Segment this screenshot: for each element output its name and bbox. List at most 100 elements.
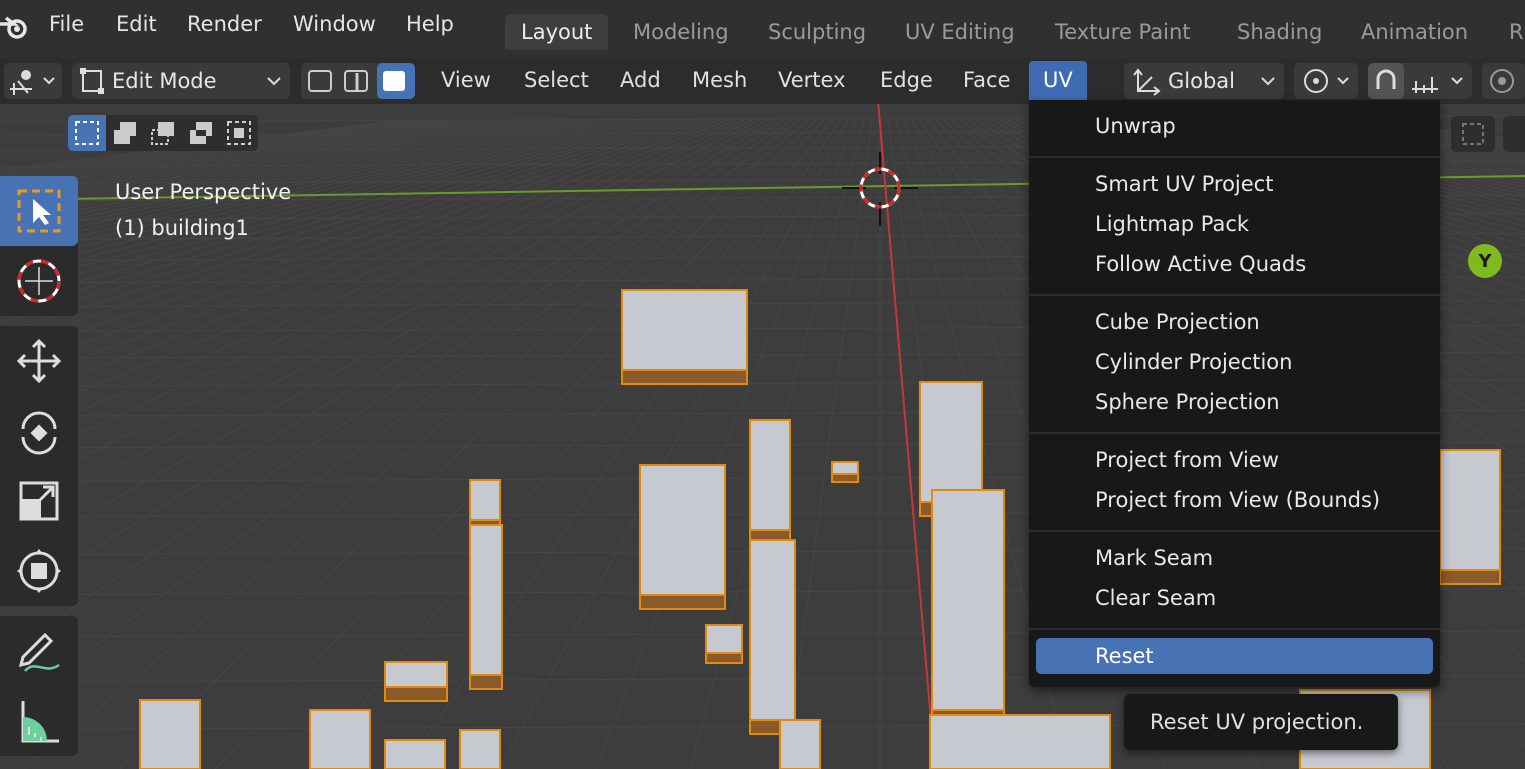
- building-top: [919, 381, 983, 503]
- menu-item-cylinder-projection[interactable]: Cylinder Projection: [1095, 350, 1292, 374]
- toolbar-annotate-group: [0, 616, 78, 756]
- building-top: [1439, 449, 1501, 571]
- snap-controls: [1368, 63, 1472, 99]
- menu-render[interactable]: Render: [187, 12, 262, 36]
- pivot-point-dropdown[interactable]: [1294, 63, 1358, 99]
- overlay-button[interactable]: [1451, 116, 1495, 152]
- tool-select-box[interactable]: [0, 176, 78, 246]
- rotate-icon: [21, 411, 57, 455]
- header-menu-view[interactable]: View: [441, 68, 491, 92]
- menu-item-smart-uv-project[interactable]: Smart UV Project: [1095, 172, 1273, 196]
- menu-item-cube-projection[interactable]: Cube Projection: [1095, 310, 1260, 334]
- face-select-icon[interactable]: [383, 71, 405, 91]
- blender-logo-icon[interactable]: [0, 10, 32, 46]
- tool-annotate[interactable]: [0, 616, 78, 686]
- select-subtract-icon[interactable]: [144, 115, 182, 151]
- building-top: [384, 661, 448, 688]
- select-invert-icon[interactable]: [182, 115, 220, 151]
- menu-item-follow-active-quads[interactable]: Follow Active Quads: [1095, 252, 1306, 276]
- menu-edit[interactable]: Edit: [116, 12, 157, 36]
- toolbar-transform-group: [0, 326, 78, 606]
- transform-icon: [17, 549, 61, 593]
- tool-rotate[interactable]: [0, 396, 78, 466]
- select-mode-toggles: [301, 63, 415, 99]
- tool-scale[interactable]: [0, 466, 78, 536]
- object-name-label: (1) building1: [115, 216, 249, 240]
- menu-separator: [1029, 530, 1440, 532]
- mode-label: Edit Mode: [112, 69, 217, 93]
- menu-help[interactable]: Help: [406, 12, 454, 36]
- tool-measure[interactable]: [0, 686, 78, 756]
- viewport-shading-button[interactable]: [1503, 116, 1525, 152]
- select-extend-icon[interactable]: [106, 115, 144, 151]
- tooltip-text: Reset UV projection.: [1150, 710, 1364, 734]
- select-box-new-icon[interactable]: [68, 115, 106, 151]
- menu-window[interactable]: Window: [293, 12, 376, 36]
- header-menu-edge[interactable]: Edge: [880, 68, 933, 92]
- proportional-editing-icon: [1490, 69, 1514, 93]
- tab-sculpting[interactable]: Sculpting: [752, 14, 882, 50]
- snap-increment-icon[interactable]: [1412, 77, 1438, 93]
- building-top: [139, 699, 201, 769]
- tab-uv-editing[interactable]: UV Editing: [889, 14, 1031, 50]
- menu-separator: [1029, 156, 1440, 158]
- menu-separator: [1029, 294, 1440, 296]
- y-axis-gizmo[interactable]: Y: [1468, 244, 1502, 278]
- tab-rendering[interactable]: R: [1493, 14, 1524, 50]
- view-name-label: User Perspective: [115, 180, 292, 204]
- orientation-icon: [1133, 68, 1161, 96]
- measure-icon: [21, 701, 59, 743]
- menu-item-project-from-view-bounds[interactable]: Project from View (Bounds): [1095, 488, 1380, 512]
- toolbar-select-group: [0, 176, 78, 316]
- tooltip: Reset UV projection.: [1124, 694, 1398, 750]
- tool-cursor[interactable]: [0, 246, 78, 316]
- pivot-point-icon: [1304, 69, 1349, 93]
- menu-item-sphere-projection[interactable]: Sphere Projection: [1095, 390, 1280, 414]
- select-intersect-icon[interactable]: [220, 115, 258, 151]
- building-top: [931, 489, 1005, 711]
- overlay-icon: [1462, 123, 1484, 145]
- chevron-down-icon: [1451, 77, 1463, 85]
- header-menu-face[interactable]: Face: [963, 68, 1011, 92]
- menu-item-clear-seam[interactable]: Clear Seam: [1095, 586, 1216, 610]
- uv-dropdown-menu: Unwrap Smart UV Project Lightmap Pack Fo…: [1029, 100, 1440, 687]
- header-menu-uv[interactable]: UV: [1029, 61, 1087, 101]
- editor-type-icon: [10, 70, 55, 95]
- tool-transform[interactable]: [0, 536, 78, 606]
- menu-item-lightmap-pack[interactable]: Lightmap Pack: [1095, 212, 1249, 236]
- header-menu-mesh[interactable]: Mesh: [692, 68, 747, 92]
- select-box-icon: [17, 189, 61, 233]
- building-top: [779, 719, 821, 769]
- tab-modeling[interactable]: Modeling: [617, 14, 745, 50]
- tool-move[interactable]: [0, 326, 78, 396]
- top-bar: File Edit Render Window Help Layout Mode…: [0, 0, 1525, 58]
- menu-item-project-from-view[interactable]: Project from View: [1095, 448, 1279, 472]
- menu-file[interactable]: File: [49, 12, 84, 36]
- building-top: [469, 479, 501, 521]
- proportional-editing-toggle[interactable]: [1482, 63, 1525, 99]
- menu-separator: [1029, 628, 1440, 630]
- building-top: [384, 739, 446, 769]
- header-menu-vertex[interactable]: Vertex: [778, 68, 846, 92]
- building-top: [749, 419, 791, 531]
- building-top: [929, 714, 1111, 769]
- menu-item-reset[interactable]: Reset: [1095, 644, 1154, 668]
- mode-dropdown[interactable]: Edit Mode: [72, 63, 290, 99]
- edit-mode-icon: [80, 68, 104, 94]
- editor-type-button[interactable]: [4, 63, 62, 99]
- edge-select-icon[interactable]: [344, 70, 368, 92]
- menu-item-mark-seam[interactable]: Mark Seam: [1095, 546, 1213, 570]
- tab-shading[interactable]: Shading: [1221, 14, 1338, 50]
- building-top: [831, 461, 859, 475]
- vertex-select-icon[interactable]: [308, 70, 332, 92]
- transform-orientation-dropdown[interactable]: Global: [1124, 63, 1284, 99]
- selection-mode-tools: [68, 115, 258, 151]
- tab-texture-paint[interactable]: Texture Paint: [1039, 14, 1207, 50]
- building-top: [459, 729, 501, 769]
- chevron-down-icon: [1261, 77, 1275, 86]
- header-menu-select[interactable]: Select: [524, 68, 589, 92]
- header-menu-add[interactable]: Add: [620, 68, 661, 92]
- menu-item-unwrap[interactable]: Unwrap: [1095, 114, 1176, 138]
- tab-layout[interactable]: Layout: [505, 14, 609, 50]
- tab-animation[interactable]: Animation: [1345, 14, 1484, 50]
